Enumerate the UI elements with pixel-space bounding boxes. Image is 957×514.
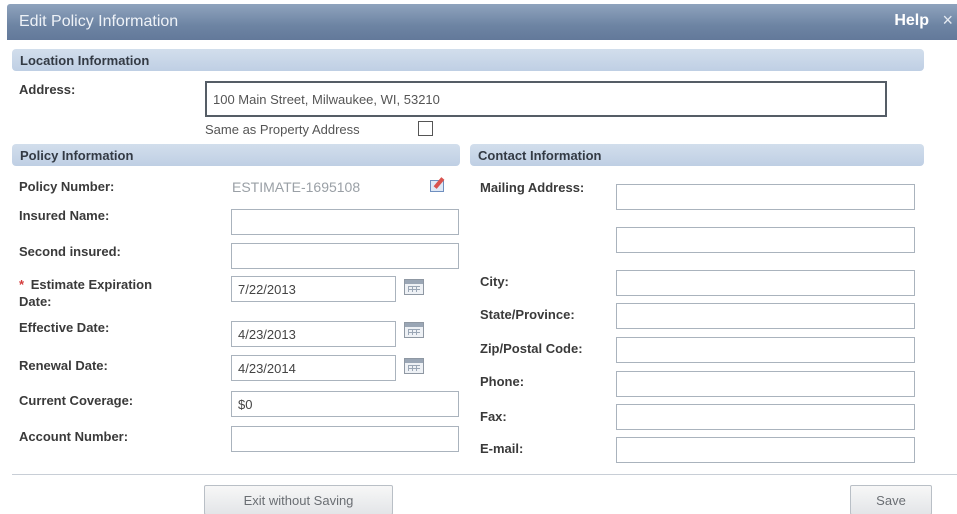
help-link[interactable]: Help <box>894 12 929 30</box>
address-input[interactable] <box>205 81 887 117</box>
estimate-expiration-label-line2: Date: <box>19 294 52 309</box>
required-marker: * <box>19 277 25 292</box>
footer-divider <box>12 474 957 475</box>
fax-label: Fax: <box>480 409 507 424</box>
renewal-date-label: Renewal Date: <box>19 358 108 373</box>
mailing-address-label: Mailing Address: <box>480 180 585 195</box>
phone-label: Phone: <box>480 374 525 389</box>
second-insured-input[interactable] <box>231 243 459 269</box>
contact-section-header: Contact Information <box>470 144 924 166</box>
effective-date-label: Effective Date: <box>19 320 110 335</box>
address-label: Address: <box>19 82 76 97</box>
exit-without-saving-button[interactable]: Exit without Saving <box>204 485 393 514</box>
account-number-input[interactable] <box>231 426 459 452</box>
calendar-icon[interactable] <box>404 279 424 295</box>
estimate-expiration-label-text: Estimate Expiration <box>30 277 153 292</box>
city-input[interactable] <box>616 270 915 296</box>
state-province-label: State/Province: <box>480 307 575 322</box>
fax-input[interactable] <box>616 404 915 430</box>
zip-postal-code-label: Zip/Postal Code: <box>480 341 583 356</box>
estimate-expiration-label-line1: * Estimate Expiration <box>19 277 152 292</box>
calendar-icon[interactable] <box>404 358 424 374</box>
insured-name-input[interactable] <box>231 209 459 235</box>
mailing-address-line1-input[interactable] <box>616 184 915 210</box>
policy-section-header: Policy Information <box>12 144 460 166</box>
location-section-header: Location Information <box>12 49 924 71</box>
same-as-property-checkbox[interactable] <box>418 121 433 136</box>
current-coverage-input[interactable] <box>231 391 459 417</box>
save-button[interactable]: Save <box>850 485 932 514</box>
email-input[interactable] <box>616 437 915 463</box>
effective-date-input[interactable] <box>231 321 396 347</box>
policy-number-label: Policy Number: <box>19 179 115 194</box>
renewal-date-input[interactable] <box>231 355 396 381</box>
current-coverage-label: Current Coverage: <box>19 393 134 408</box>
account-number-label: Account Number: <box>19 429 129 444</box>
edit-pencil-icon[interactable] <box>430 177 448 193</box>
dialog-title-bar: Edit Policy Information Help × <box>7 4 957 40</box>
same-as-property-label: Same as Property Address <box>205 122 360 137</box>
calendar-icon[interactable] <box>404 322 424 338</box>
second-insured-label: Second insured: <box>19 244 121 259</box>
dialog-title: Edit Policy Information <box>19 13 179 30</box>
phone-input[interactable] <box>616 371 915 397</box>
zip-postal-code-input[interactable] <box>616 337 915 363</box>
state-province-input[interactable] <box>616 303 915 329</box>
mailing-address-line2-input[interactable] <box>616 227 915 253</box>
insured-name-label: Insured Name: <box>19 208 110 223</box>
close-icon[interactable]: × <box>942 10 953 31</box>
estimate-expiration-input[interactable] <box>231 276 396 302</box>
email-label: E-mail: <box>480 441 524 456</box>
policy-number-value: ESTIMATE-1695108 <box>232 179 361 195</box>
city-label: City: <box>480 274 509 289</box>
